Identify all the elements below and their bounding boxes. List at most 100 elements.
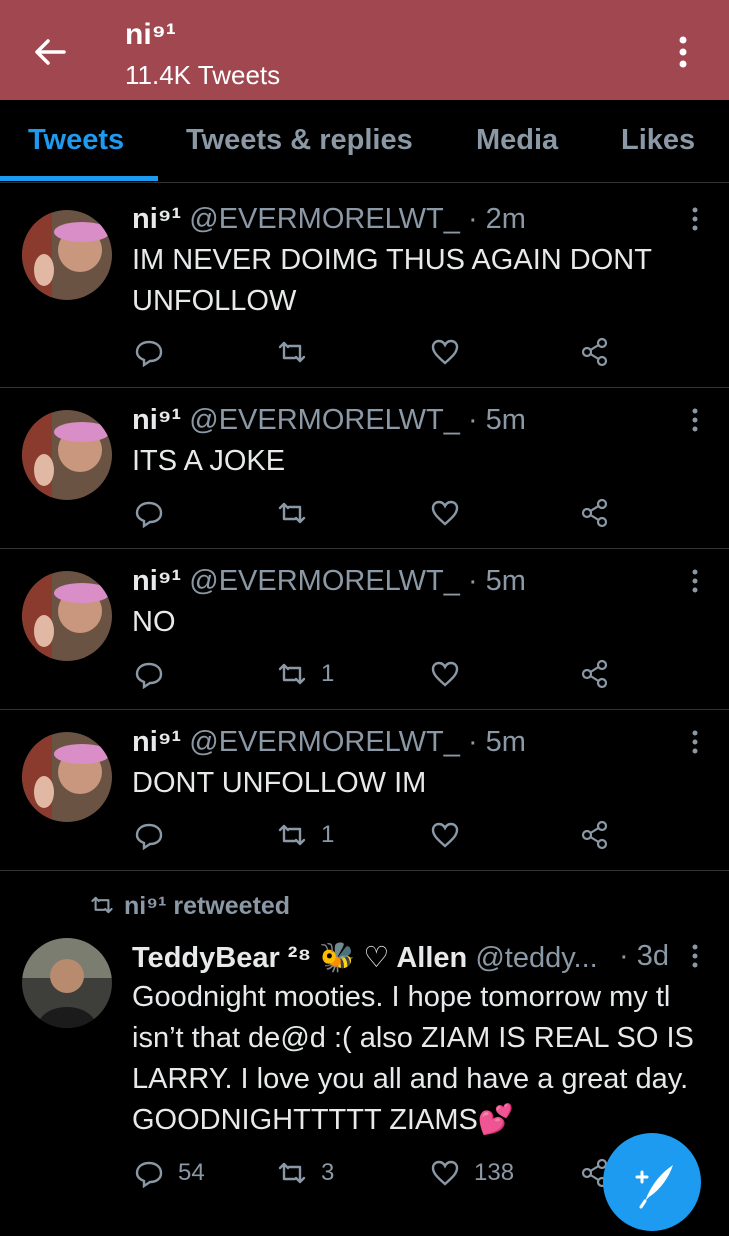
more-vertical-icon: [692, 408, 698, 432]
share-icon: [581, 337, 608, 367]
tab-media[interactable]: Media: [476, 124, 558, 157]
reply-button[interactable]: [134, 818, 164, 852]
like-button[interactable]: [430, 335, 460, 369]
reply-count: 54: [178, 1159, 205, 1186]
tweet-text: IM NEVER DOIMG THUS AGAIN DONT UNFOLLOW: [132, 244, 652, 317]
tweet-options-button[interactable]: [684, 406, 706, 436]
reply-button[interactable]: [134, 335, 164, 369]
share-icon: [581, 820, 608, 850]
author-handle[interactable]: @teddy...: [475, 942, 597, 974]
tweet-text: ITS A JOKE: [132, 445, 286, 477]
more-vertical-icon: [679, 36, 687, 68]
tweet-item[interactable]: ni⁹¹ @EVERMORELWT_ · 5m NO 1: [0, 549, 729, 710]
tweet-time: · 3d: [619, 940, 669, 972]
author-handle[interactable]: @EVERMORELWT_: [189, 203, 460, 235]
tweet-actions: 1: [132, 657, 632, 691]
share-button[interactable]: [580, 496, 610, 530]
tweet-count: 11.4K Tweets: [125, 60, 281, 90]
tweet-item[interactable]: ni⁹¹ @EVERMORELWT_ · 2m IM NEVER DOIMG T…: [0, 183, 729, 388]
retweet-icon: [278, 824, 306, 846]
like-button[interactable]: 138: [430, 1156, 514, 1190]
retweet-button[interactable]: 1: [277, 657, 334, 691]
heart-icon: [431, 822, 459, 848]
back-button[interactable]: [30, 32, 70, 72]
more-vertical-icon: [692, 207, 698, 231]
author-name[interactable]: ni⁹¹: [132, 404, 181, 436]
reply-icon: [135, 501, 163, 528]
author-handle[interactable]: @EVERMORELWT_: [189, 565, 460, 597]
tweet-time: · 2m: [467, 203, 526, 235]
reply-button[interactable]: 54: [134, 1156, 205, 1190]
share-button[interactable]: [580, 657, 610, 691]
tweet-options-button[interactable]: [684, 942, 706, 972]
reply-button[interactable]: [134, 657, 164, 691]
author-handle[interactable]: @EVERMORELWT_: [189, 726, 460, 758]
reply-button[interactable]: [134, 496, 164, 530]
author-name[interactable]: TeddyBear ²⁸ 🐝 ♡ Allen: [132, 942, 467, 974]
avatar[interactable]: [22, 938, 112, 1028]
tweet-options-button[interactable]: [684, 567, 706, 597]
share-button[interactable]: [580, 818, 610, 852]
tweet-text: DONT UNFOLLOW IM: [132, 767, 427, 799]
more-vertical-icon: [692, 569, 698, 593]
tweet-text: NO: [132, 606, 176, 638]
reply-icon: [135, 1161, 163, 1188]
tweet-time: · 5m: [467, 726, 526, 758]
retweet-icon: [278, 341, 306, 363]
tweet-item[interactable]: ni⁹¹ @EVERMORELWT_ · 5m DONT UNFOLLOW IM…: [0, 710, 729, 871]
author-name[interactable]: ni⁹¹: [132, 203, 181, 235]
tweet-header: ni⁹¹ @EVERMORELWT_ · 5m: [132, 404, 526, 437]
profile-tabs: Tweets Tweets & replies Media Likes: [0, 100, 729, 183]
share-icon: [581, 659, 608, 689]
compose-feather-icon: [635, 1165, 673, 1209]
tab-tweets-and-replies[interactable]: Tweets & replies: [186, 124, 413, 157]
avatar[interactable]: [22, 732, 112, 822]
retweet-icon: [278, 1162, 306, 1184]
tab-likes[interactable]: Likes: [621, 124, 695, 157]
tweet-actions: 54 3 138: [132, 1156, 632, 1190]
compose-tweet-button[interactable]: [603, 1133, 701, 1231]
reply-icon: [135, 823, 163, 850]
active-tab-indicator: [0, 176, 158, 181]
tweet-actions: 1: [132, 818, 632, 852]
retweet-button[interactable]: [277, 335, 307, 369]
avatar[interactable]: [22, 410, 112, 500]
tweet-time: · 5m: [467, 565, 526, 597]
like-button[interactable]: [430, 818, 460, 852]
retweet-count: 1: [321, 821, 335, 848]
retweet-count: 3: [321, 1159, 335, 1186]
tweet-actions: [132, 335, 632, 369]
tweet-options-button[interactable]: [684, 205, 706, 235]
heart-icon: [431, 339, 459, 365]
like-button[interactable]: [430, 657, 460, 691]
profile-name: ni⁹¹: [125, 18, 176, 51]
author-handle[interactable]: @EVERMORELWT_: [189, 404, 460, 436]
author-name[interactable]: ni⁹¹: [132, 565, 181, 597]
share-button[interactable]: [580, 335, 610, 369]
tweet-item[interactable]: ni⁹¹ @EVERMORELWT_ · 5m ITS A JOKE: [0, 388, 729, 549]
tweet-header: ni⁹¹ @EVERMORELWT_ · 5m: [132, 726, 526, 759]
share-icon: [581, 498, 608, 528]
tweet-actions: [132, 496, 632, 530]
arrow-left-icon: [35, 39, 66, 65]
reply-icon: [135, 340, 163, 367]
author-name[interactable]: ni⁹¹: [132, 726, 181, 758]
tweet-header: ni⁹¹ @EVERMORELWT_ · 2m: [132, 203, 526, 236]
avatar[interactable]: [22, 210, 112, 300]
like-button[interactable]: [430, 496, 460, 530]
tweet-options-button[interactable]: [684, 728, 706, 758]
retweet-button[interactable]: 3: [277, 1156, 334, 1190]
more-options-button[interactable]: [668, 32, 698, 72]
retweet-button[interactable]: [277, 496, 307, 530]
retweet-icon: [278, 502, 306, 524]
tab-tweets[interactable]: Tweets: [28, 124, 124, 157]
retweet-count: 1: [321, 660, 335, 687]
avatar[interactable]: [22, 571, 112, 661]
profile-header: ni⁹¹ 11.4K Tweets: [0, 0, 729, 100]
more-vertical-icon: [692, 944, 698, 968]
heart-icon: [431, 500, 459, 526]
like-count: 138: [474, 1159, 515, 1186]
tweet-header: TeddyBear ²⁸ 🐝 ♡ Allen @teddy... · 3d: [132, 940, 669, 975]
retweet-button[interactable]: 1: [277, 818, 334, 852]
heart-icon: [431, 1160, 459, 1186]
